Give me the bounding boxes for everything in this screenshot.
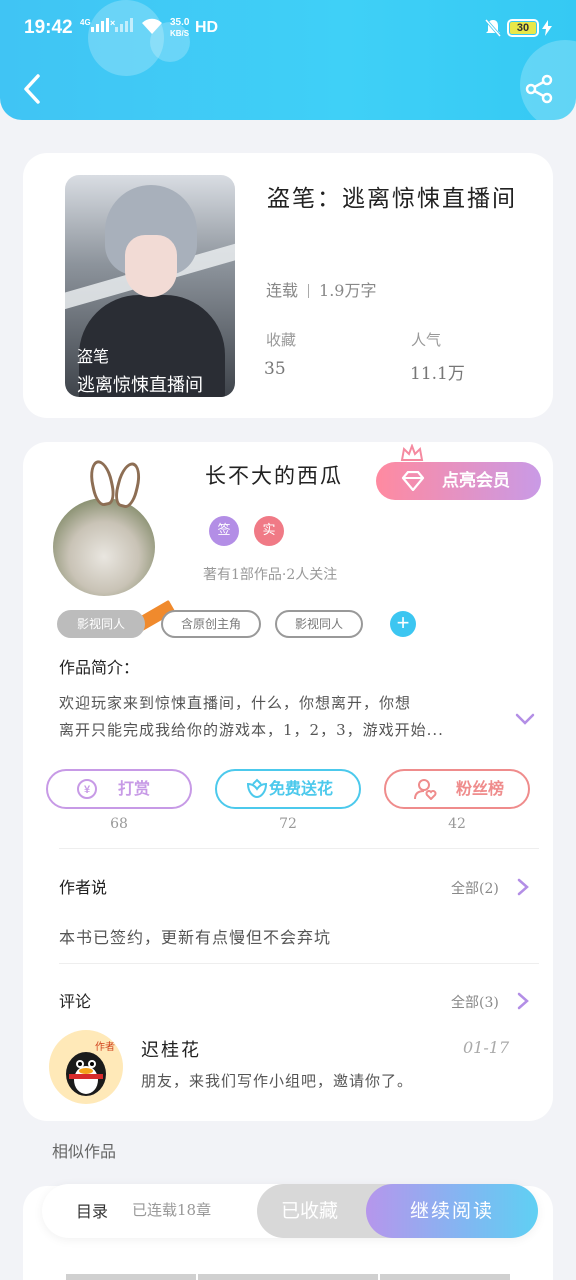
vip-label: 点亮会员 [442, 471, 510, 491]
author-tag: 作者 [95, 1042, 115, 1053]
divider [59, 848, 539, 849]
signal-icon: 4G [80, 18, 111, 35]
book-word-count: 1.9万字 [319, 281, 377, 300]
popularity-value: 11.1万 [410, 364, 465, 384]
back-button[interactable] [20, 72, 48, 106]
favorites-label: 收藏 [266, 331, 297, 349]
tag-item[interactable]: 含原创主角 [161, 610, 261, 638]
reward-button[interactable]: ¥ 打赏 [46, 769, 192, 809]
similar-works-label: 相似作品 [52, 1142, 117, 1161]
chapter-count: 已连载18章 [132, 1201, 212, 1219]
plus-icon: + [396, 610, 410, 635]
home-indicator [66, 1274, 196, 1280]
free-flower-button[interactable]: 免费送花 [215, 769, 361, 809]
details-card: 长不大的西瓜 点亮会员 签 实 著有1部作品·2人关注 影视同人 含原创主角 影… [23, 442, 553, 1121]
bunny-ear-left [86, 458, 118, 508]
home-indicator [198, 1274, 378, 1280]
status-bar: 19:42 4G × 35.0 KB/S HD 30 [0, 0, 576, 60]
comments-more-button[interactable] [517, 992, 529, 1010]
book-meta: 连载 1.9万字 [266, 277, 376, 301]
status-time: 19:42 [24, 17, 73, 38]
fans-ranking-button[interactable]: 粉丝榜 [384, 769, 530, 809]
commenter-avatar[interactable]: 作者 [49, 1030, 123, 1104]
author-works-info: 著有1部作品·2人关注 [203, 567, 338, 583]
favorites-value: 35 [264, 359, 286, 379]
chevron-left-icon [24, 74, 40, 104]
commenter-name[interactable]: 迟桂花 [141, 1036, 201, 1062]
battery-icon: 30 [507, 19, 539, 37]
user-heart-icon [414, 779, 437, 800]
vip-button[interactable]: 点亮会员 [376, 444, 541, 500]
crown-icon [400, 444, 424, 461]
cover-figure-face [125, 235, 177, 297]
book-title: 盗笔：逃离惊悚直播间 [267, 186, 517, 212]
table-of-contents-button[interactable]: 目录 [76, 1198, 108, 1222]
svg-text:¥: ¥ [84, 784, 91, 796]
tag-item[interactable]: 影视同人 [275, 610, 363, 638]
charging-icon [542, 20, 552, 40]
network-speed: 35.0 KB/S [170, 17, 189, 39]
free-flower-label: 免费送花 [269, 779, 334, 798]
author-avatar[interactable] [53, 458, 176, 635]
reward-label: 打赏 [118, 779, 151, 798]
coin-icon: ¥ [77, 779, 97, 799]
chevron-right-icon [517, 878, 529, 896]
cover-title-line2: 逃离惊悚直播间 [77, 375, 203, 396]
meta-separator [308, 284, 310, 298]
intro-label: 作品简介： [59, 658, 140, 677]
book-cover[interactable]: 盗笔 逃离惊悚直播间 [65, 175, 235, 397]
signal-label: 4G [80, 18, 91, 27]
bunny-ear-right [111, 460, 145, 510]
intro-line-2: 离开只能完成我给你的游戏本，1，2，3，游戏开始... [59, 721, 444, 739]
author-says-label: 作者说 [59, 878, 108, 897]
hd-indicator: HD [195, 19, 219, 36]
intro-text: 欢迎玩家来到惊悚直播间，什么，你想离开，你想 离开只能完成我给你的游戏本，1，2… [59, 690, 499, 744]
comment-text: 朋友，来我们写作小组吧，邀请你了。 [141, 1072, 414, 1090]
flower-count: 72 [279, 816, 297, 832]
fans-count: 42 [448, 816, 466, 832]
continue-reading-button[interactable]: 继续阅读 [366, 1184, 538, 1238]
share-button[interactable] [524, 74, 554, 104]
divider [59, 963, 539, 964]
author-says-all-link[interactable]: 全部(2) [451, 878, 499, 898]
speed-value: 35.0 [170, 17, 190, 28]
reward-count: 68 [110, 816, 128, 832]
book-info-card: 盗笔 逃离惊悚直播间 盗笔：逃离惊悚直播间 连载 1.9万字 收藏 35 人气 1… [23, 153, 553, 418]
flower-icon [246, 778, 268, 799]
intro-line-1: 欢迎玩家来到惊悚直播间，什么，你想离开，你想 [59, 694, 412, 712]
home-indicator [380, 1274, 510, 1280]
diamond-icon [401, 471, 425, 491]
signed-badge: 签 [209, 516, 239, 546]
wifi-icon [140, 17, 164, 38]
header-bar: 19:42 4G × 35.0 KB/S HD 30 [0, 0, 576, 120]
chevron-right-icon [517, 992, 529, 1010]
author-says-text: 本书已签约，更新有点慢但不会弃坑 [59, 928, 332, 947]
chevron-down-icon [515, 713, 535, 725]
author-name[interactable]: 长不大的西瓜 [205, 460, 343, 490]
cover-title-line1: 盗笔 [77, 347, 110, 366]
popularity-label: 人气 [411, 331, 442, 349]
verified-badge: 实 [254, 516, 284, 546]
comment-date: 01-17 [463, 1038, 510, 1057]
comments-label: 评论 [59, 992, 92, 1011]
author-says-more-button[interactable] [517, 878, 529, 896]
battery-level: 30 [510, 22, 536, 34]
book-status: 连载 [266, 281, 299, 300]
expand-intro-button[interactable] [515, 710, 535, 725]
fans-ranking-label: 粉丝榜 [456, 779, 505, 798]
mute-icon [484, 18, 502, 42]
share-icon [525, 74, 553, 104]
bottom-action-bar: 目录 已连载18章 已收藏 继续阅读 [42, 1184, 538, 1238]
tag-item[interactable]: 影视同人 [57, 610, 145, 638]
add-tag-button[interactable]: + [390, 611, 416, 637]
signal-icon-2: × [110, 18, 135, 35]
speed-unit: KB/S [170, 29, 190, 38]
comments-all-link[interactable]: 全部(3) [451, 992, 499, 1012]
